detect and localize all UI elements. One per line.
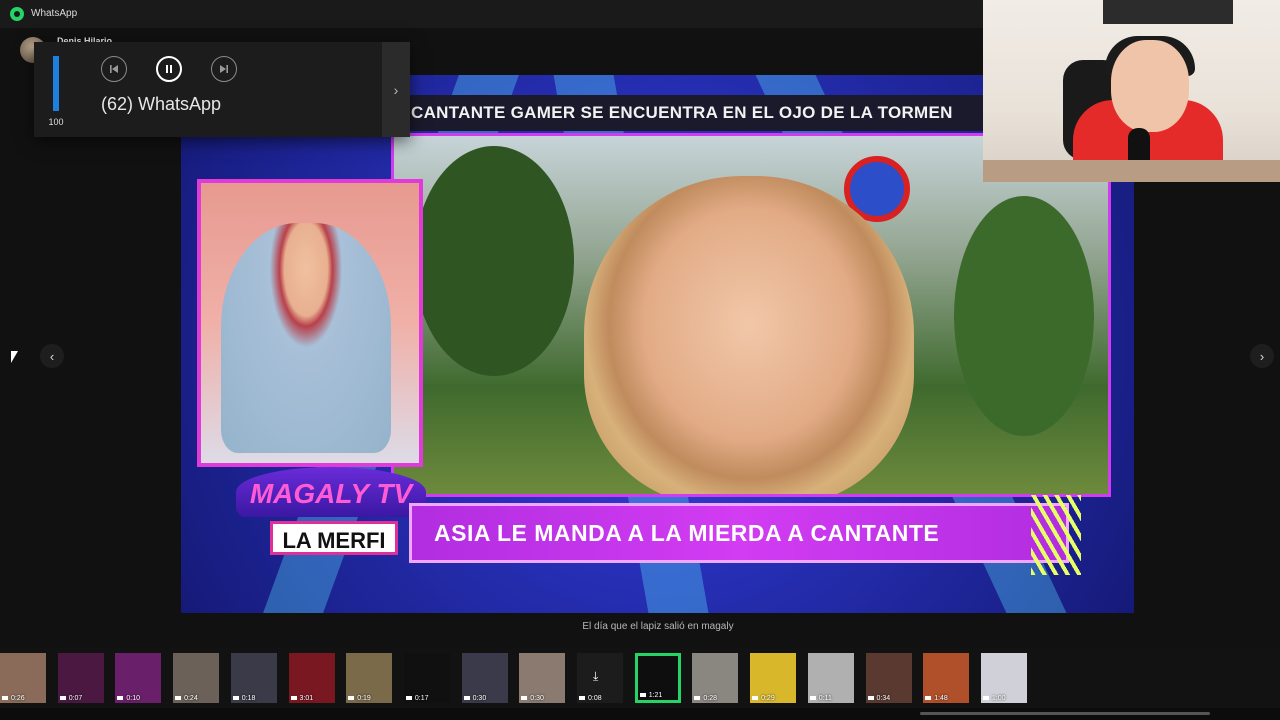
media-thumbnail[interactable]: 0:29 bbox=[750, 653, 797, 703]
bottom-bar bbox=[0, 708, 1280, 720]
whatsapp-logo-icon bbox=[10, 7, 24, 21]
thumbnail-duration: 0:07 bbox=[60, 695, 83, 702]
media-thumbnail[interactable]: 0:10 bbox=[115, 653, 162, 703]
background-tv bbox=[1103, 0, 1233, 24]
chevron-right-icon: › bbox=[1259, 348, 1265, 364]
video-ticker: ASIA LE MANDA A LA MIERDA A CANTANTE bbox=[409, 503, 1069, 563]
media-thumbnail[interactable]: 1:21 bbox=[634, 653, 681, 703]
media-thumbnail[interactable]: 0:28 bbox=[692, 653, 739, 703]
media-thumbnail[interactable]: 0:30 bbox=[519, 653, 566, 703]
chevron-left-icon: ‹ bbox=[49, 348, 55, 364]
media-control-flyout: 100 (62) WhatsApp › bbox=[34, 42, 410, 137]
window-title: WhatsApp bbox=[31, 8, 78, 19]
thumbnail-duration: 0:08 bbox=[579, 695, 602, 702]
media-thumbnail[interactable]: 0:26 bbox=[0, 653, 46, 703]
media-thumbnail[interactable]: 0:07 bbox=[57, 653, 104, 703]
download-icon: ⤓ bbox=[593, 669, 599, 683]
thumbnail-duration: 0:26 bbox=[2, 695, 25, 702]
thumbnail-duration: 0:11 bbox=[810, 695, 832, 702]
thumbnail-duration: 0:34 bbox=[868, 695, 891, 702]
decorative-stripes bbox=[1031, 495, 1081, 575]
next-track-icon bbox=[220, 65, 228, 73]
media-thumbnail[interactable]: 1:48 bbox=[923, 653, 970, 703]
streamer-face bbox=[1111, 40, 1189, 132]
pause-button[interactable] bbox=[156, 56, 182, 82]
thumbnail-duration: 0:30 bbox=[521, 695, 544, 702]
logo-subtitle: LA MERFI bbox=[270, 521, 398, 555]
volume-fill bbox=[53, 56, 59, 111]
webcam-overlay bbox=[983, 0, 1280, 182]
thumbnail-duration: 0:24 bbox=[175, 695, 198, 702]
thumbnail-duration: 0:17 bbox=[406, 695, 429, 702]
thumbnail-duration: 0:18 bbox=[233, 695, 256, 702]
previous-track-button[interactable] bbox=[101, 56, 127, 82]
media-thumbnail[interactable]: 0:18 bbox=[230, 653, 277, 703]
show-logo: MAGALY TV LA MERFI bbox=[236, 467, 426, 573]
previous-media-button[interactable]: ‹ bbox=[40, 344, 64, 368]
media-thumbnail[interactable]: ⤓ 0:08 bbox=[577, 653, 623, 703]
media-thumbnail[interactable]: 0:34 bbox=[865, 653, 912, 703]
thumbnail-duration: 0:19 bbox=[348, 695, 371, 702]
logo-title: MAGALY TV bbox=[236, 467, 426, 517]
video-main-photo bbox=[391, 133, 1111, 497]
tree bbox=[414, 146, 574, 376]
thumbnail-duration: 0:30 bbox=[464, 695, 487, 702]
thumbnail-duration: 3:01 bbox=[291, 695, 314, 702]
media-caption: El día que el lapiz salió en magaly bbox=[582, 621, 734, 632]
host-inset bbox=[197, 179, 423, 467]
thumbnail-duration: 0:29 bbox=[752, 695, 775, 702]
girl-photo bbox=[584, 176, 914, 494]
media-thumbnail[interactable]: 0:30 bbox=[461, 653, 508, 703]
track-title: (62) WhatsApp bbox=[101, 94, 222, 114]
previous-track-icon bbox=[110, 65, 118, 73]
pause-icon bbox=[166, 65, 172, 73]
thumbnail-duration: 1:21 bbox=[640, 692, 663, 699]
thumbnail-duration: 0:10 bbox=[117, 695, 140, 702]
media-thumbnail[interactable]: 0:19 bbox=[346, 653, 393, 703]
flyout-expand-button[interactable]: › bbox=[382, 42, 410, 137]
media-thumbnail[interactable]: 0:24 bbox=[173, 653, 220, 703]
desk bbox=[983, 160, 1280, 182]
thumbnail-duration: 1:48 bbox=[925, 695, 948, 702]
thumbnail-duration: 1:00 bbox=[983, 695, 1006, 702]
next-track-button[interactable] bbox=[211, 56, 237, 82]
media-thumbnail[interactable]: 1:00 bbox=[980, 653, 1027, 703]
media-thumbnail[interactable]: 0:11 bbox=[807, 653, 854, 703]
thumbnail-duration: 0:28 bbox=[694, 695, 717, 702]
media-thumbnail[interactable]: 3:01 bbox=[288, 653, 335, 703]
next-media-button[interactable]: › bbox=[1250, 344, 1274, 368]
volume-slider[interactable] bbox=[53, 56, 59, 111]
host-figure bbox=[221, 223, 391, 453]
media-thumbnail[interactable]: 0:17 bbox=[403, 653, 450, 703]
mouse-cursor-icon bbox=[11, 351, 18, 363]
tree bbox=[954, 196, 1094, 436]
chevron-right-icon: › bbox=[393, 81, 399, 98]
thumbnail-scrollbar[interactable] bbox=[920, 712, 1210, 715]
thumbnail-strip: 0:26 0:07 0:10 0:24 0:18 3:01 0:19 0:17 0:30 0:30… bbox=[0, 653, 1280, 703]
volume-value: 100 bbox=[48, 117, 64, 127]
